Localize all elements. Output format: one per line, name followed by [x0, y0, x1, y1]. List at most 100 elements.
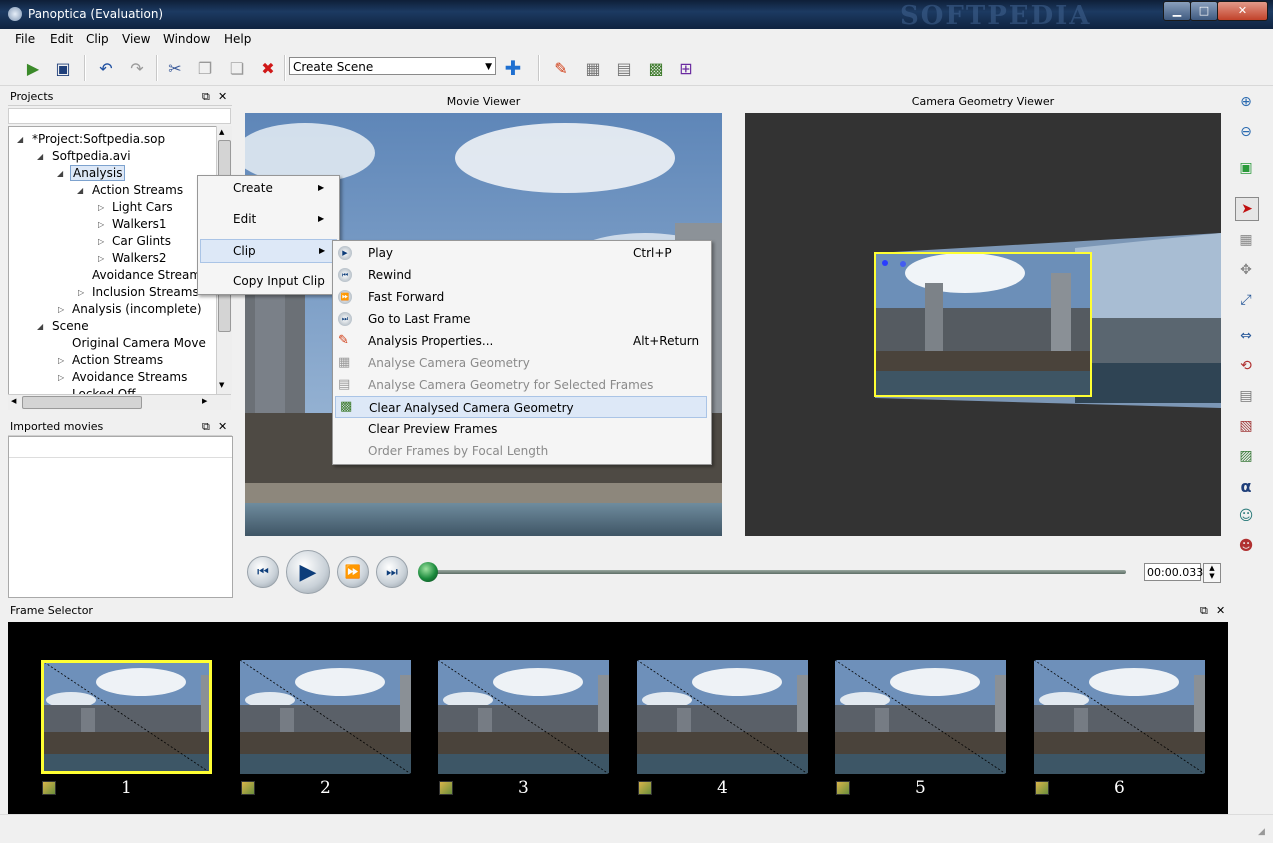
scroll-left-icon[interactable]: ◀ — [11, 397, 16, 405]
time-stepper[interactable]: ▲ ▼ — [1203, 563, 1221, 583]
menu-item-analysis-properties[interactable]: ✎ Analysis Properties... Alt+Return — [333, 330, 711, 352]
open-project-icon[interactable]: ▶ — [22, 57, 44, 79]
scroll-thumb[interactable] — [22, 396, 142, 409]
tree-item-stream[interactable]: Car Glints — [112, 234, 171, 248]
expand-arrow-icon[interactable]: ◢ — [37, 322, 43, 331]
person-red-icon[interactable]: ☻ — [1235, 535, 1257, 557]
scroll-up-icon[interactable]: ▲ — [219, 128, 224, 136]
menu-edit[interactable]: Edit — [50, 32, 73, 46]
tree-item-stream[interactable]: Walkers1 — [112, 217, 167, 231]
frame-thumbnail[interactable] — [240, 660, 411, 774]
menu-clip[interactable]: Clip — [86, 32, 109, 46]
tree-item-stream[interactable]: Light Cars — [112, 200, 173, 214]
tree-item-stream[interactable]: Walkers2 — [112, 251, 167, 265]
scroll-right-icon[interactable]: ▶ — [202, 397, 207, 405]
maximize-button[interactable]: □ — [1190, 1, 1218, 21]
add-icon[interactable]: ✚ — [502, 56, 524, 80]
save-icon[interactable]: ▣ — [52, 57, 74, 79]
menu-window[interactable]: Window — [163, 32, 210, 46]
camera-geometry-viewer[interactable] — [745, 113, 1221, 536]
clear-preview-icon[interactable]: ⊞ — [675, 57, 697, 79]
clear-geometry-icon[interactable]: ▩ — [645, 57, 667, 79]
menu-item-order-by-focal-length[interactable]: Order Frames by Focal Length — [333, 440, 711, 462]
close-panel-icon[interactable]: ✕ — [218, 418, 227, 436]
menu-item-clip[interactable]: Clip ▶ — [200, 239, 337, 263]
tree-item-action-streams[interactable]: Action Streams — [92, 183, 183, 197]
resize-grip-icon[interactable]: ◢ — [1258, 827, 1265, 837]
frame-thumbnail[interactable] — [1034, 660, 1205, 774]
menu-file[interactable]: File — [15, 32, 35, 46]
zoom-in-icon[interactable]: ⊕ — [1235, 91, 1257, 113]
pan-tool-icon[interactable]: ⇔ — [1235, 325, 1257, 347]
tree-item-camera-move[interactable]: Original Camera Move — [72, 336, 206, 350]
scroll-down-icon[interactable]: ▼ — [219, 381, 224, 389]
tree-item-avoidance-streams[interactable]: Avoidance Streams — [72, 370, 187, 384]
fast-forward-button[interactable]: ⏩ — [337, 556, 369, 588]
cut-icon[interactable]: ✂ — [164, 57, 186, 79]
undo-icon[interactable]: ↶ — [95, 57, 117, 79]
float-panel-icon[interactable]: ⧉ — [202, 88, 210, 106]
menu-item-create[interactable]: Create ▶ — [198, 177, 339, 199]
move-tool-icon[interactable]: ✥ — [1235, 259, 1257, 281]
frame-thumbnail[interactable] — [438, 660, 609, 774]
tree-item-analysis-incomplete[interactable]: Analysis (incomplete) — [72, 302, 202, 316]
collapse-arrow-icon[interactable]: ▷ — [98, 220, 104, 229]
rotate-tool-icon[interactable]: ⟲ — [1235, 355, 1257, 377]
frame-stack-icon[interactable]: ▤ — [1235, 385, 1257, 407]
tree-item-inclusion-streams[interactable]: Inclusion Streams — [92, 285, 199, 299]
expand-arrow-icon[interactable]: ◢ — [57, 169, 63, 178]
play-button[interactable]: ▶ — [286, 550, 330, 594]
collapse-arrow-icon[interactable]: ▷ — [58, 356, 64, 365]
go-to-first-frame-button[interactable]: ⏮ — [247, 556, 279, 588]
imported-movies-list[interactable] — [8, 436, 233, 598]
analysis-properties-icon[interactable]: ✎ — [550, 57, 572, 79]
menu-item-clear-geometry[interactable]: ▩ Clear Analysed Camera Geometry — [335, 396, 707, 418]
menu-item-analyse-selected-frames[interactable]: ▤ Analyse Camera Geometry for Selected F… — [333, 374, 711, 396]
frame-edit-icon[interactable]: ▧ — [1235, 415, 1257, 437]
expand-arrow-icon[interactable]: ◢ — [17, 135, 23, 144]
frame-thumbnail[interactable] — [637, 660, 808, 774]
analyse-selected-frames-icon[interactable]: ▤ — [613, 57, 635, 79]
collapse-arrow-icon[interactable]: ▷ — [78, 288, 84, 297]
expand-arrow-icon[interactable]: ◢ — [37, 152, 43, 161]
frame-link-icon[interactable]: ▨ — [1235, 445, 1257, 467]
frame-thumbnail[interactable] — [835, 660, 1006, 774]
minimize-button[interactable]: ▁ — [1163, 1, 1191, 21]
select-frames-icon[interactable]: ▣ — [1235, 157, 1257, 179]
tree-item-clip[interactable]: Softpedia.avi — [52, 149, 131, 163]
tree-item-analysis[interactable]: Analysis — [70, 165, 126, 181]
menu-item-last-frame[interactable]: ⏭ Go to Last Frame — [333, 308, 711, 330]
resize-tool-icon[interactable]: ⤢ — [1235, 289, 1257, 311]
expand-arrow-icon[interactable]: ◢ — [77, 186, 83, 195]
pointer-tool-icon[interactable]: ➤ — [1235, 197, 1259, 221]
timeline-slider-handle[interactable] — [418, 562, 438, 582]
close-panel-icon[interactable]: ✕ — [1216, 602, 1225, 620]
frame-thumbnail[interactable] — [41, 660, 212, 774]
redo-icon[interactable]: ↷ — [126, 57, 148, 79]
alpha-icon[interactable]: α — [1235, 475, 1257, 497]
collapse-arrow-icon[interactable]: ▷ — [98, 203, 104, 212]
menu-help[interactable]: Help — [224, 32, 251, 46]
copy-icon[interactable]: ❐ — [194, 57, 216, 79]
menu-item-clear-preview[interactable]: Clear Preview Frames — [333, 418, 711, 440]
close-window-button[interactable]: ✕ — [1217, 1, 1268, 21]
grid-tool-icon[interactable]: ▦ — [1235, 229, 1257, 251]
time-input[interactable]: 00:00.033 — [1144, 563, 1203, 581]
zoom-out-icon[interactable]: ⊖ — [1235, 121, 1257, 143]
menu-item-edit[interactable]: Edit ▶ — [198, 208, 339, 230]
stepper-down-icon[interactable]: ▼ — [1209, 572, 1214, 580]
tree-item-avoidance-streams[interactable]: Avoidance Streams — [92, 268, 207, 282]
menu-item-copy-input-clip[interactable]: Copy Input Clip — [198, 270, 339, 292]
stepper-up-icon[interactable]: ▲ — [1209, 564, 1214, 572]
tree-item-action-streams[interactable]: Action Streams — [72, 353, 163, 367]
menu-item-analyse-geometry[interactable]: ▦ Analyse Camera Geometry — [333, 352, 711, 374]
person-icon[interactable]: ☺ — [1235, 505, 1257, 527]
delete-icon[interactable]: ✖ — [257, 57, 279, 79]
collapse-arrow-icon[interactable]: ▷ — [98, 237, 104, 246]
tree-item-scene[interactable]: Scene — [52, 319, 89, 333]
float-panel-icon[interactable]: ⧉ — [202, 418, 210, 436]
collapse-arrow-icon[interactable]: ▷ — [58, 373, 64, 382]
float-panel-icon[interactable]: ⧉ — [1200, 602, 1208, 620]
paste-icon[interactable]: ❏ — [226, 57, 248, 79]
go-to-last-frame-button[interactable]: ⏭ — [376, 556, 408, 588]
